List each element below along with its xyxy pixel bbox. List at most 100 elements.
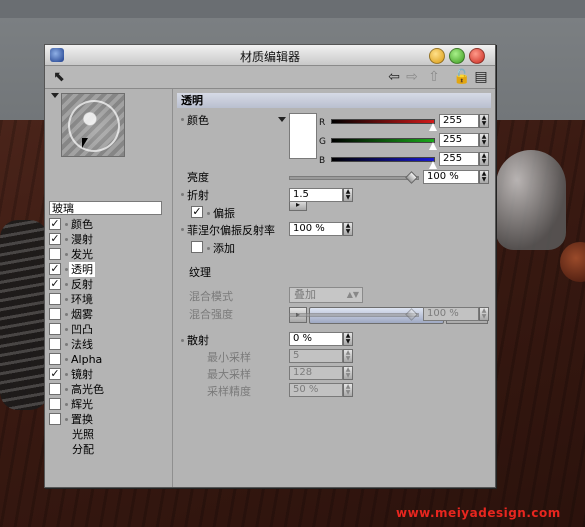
mouse-cursor-icon (82, 138, 88, 148)
blur-label: 散射 (187, 334, 209, 347)
channel-item-transparency[interactable]: ✓ 透明 (49, 262, 169, 277)
refraction-spinner[interactable]: ▲ ▼ (343, 188, 353, 202)
additive-bullet (207, 247, 210, 250)
lock-icon[interactable]: 🔓 (453, 69, 470, 85)
channel-bullet (65, 403, 68, 406)
fresnel-value-field[interactable]: 100 % (289, 222, 343, 236)
viewport-top-band (0, 0, 585, 18)
blur-bullet (181, 339, 184, 342)
minimize-button[interactable] (429, 48, 445, 64)
channel-checkbox[interactable]: ✓ (49, 368, 61, 380)
brightness-slider-thumb[interactable] (405, 171, 418, 184)
channel-item-alpha[interactable]: Alpha (49, 352, 169, 367)
title-bar[interactable]: 材质编辑器 (45, 45, 495, 66)
channel-item-bump[interactable]: 凹凸 (49, 322, 169, 337)
blue-spinner[interactable]: ▲ ▼ (479, 152, 489, 166)
blur-value-field[interactable]: 0 % (289, 332, 343, 346)
channel-bullet (65, 238, 68, 241)
polarize-checkbox[interactable]: ✓ (191, 206, 203, 218)
channel-label: 环境 (71, 293, 93, 306)
channel-item-environment[interactable]: 环境 (49, 292, 169, 307)
channel-item-reflection[interactable]: ✓ 反射 (49, 277, 169, 292)
accuracy-field[interactable]: 50 % (289, 383, 343, 397)
green-slider-thumb[interactable] (429, 142, 437, 150)
panel-icon[interactable]: ▤ (473, 69, 489, 85)
red-slider-thumb[interactable] (429, 123, 437, 131)
up-arrow-icon[interactable]: ⇧ (426, 69, 442, 85)
blue-slider[interactable] (331, 157, 435, 162)
material-name-field[interactable]: 玻璃 (49, 201, 162, 215)
channel-item-displacement[interactable]: 置换 (49, 412, 169, 427)
brightness-spinner[interactable]: ▲ ▼ (479, 170, 489, 184)
blend-mode-dropdown[interactable]: 叠加 ▲▼ (289, 287, 363, 303)
back-arrow-icon[interactable]: ⇦ (386, 69, 402, 85)
blend-strength-spinner[interactable]: ▲ ▼ (479, 307, 489, 321)
channel-item-specular[interactable]: ✓ 镜射 (49, 367, 169, 382)
channel-checkbox[interactable] (49, 248, 61, 260)
channel-item-color[interactable]: ✓ 颜色 (49, 217, 169, 232)
channel-bullet (65, 253, 68, 256)
red-spinner[interactable]: ▲ ▼ (479, 114, 489, 128)
channel-item-illumination[interactable]: 光照 (49, 427, 169, 442)
close-button[interactable] (469, 48, 485, 64)
brightness-slider[interactable] (289, 176, 419, 180)
channel-checkbox[interactable]: ✓ (49, 278, 61, 290)
blend-strength-value-field[interactable]: 100 % (423, 307, 479, 321)
channel-checkbox[interactable] (49, 383, 61, 395)
green-value-field[interactable]: 255 (439, 133, 479, 147)
channel-label: 发光 (71, 248, 93, 261)
channel-item-normal[interactable]: 法线 (49, 337, 169, 352)
channel-checkbox[interactable]: ✓ (49, 218, 61, 230)
brightness-value-field[interactable]: 100 % (423, 170, 479, 184)
channel-bullet (65, 358, 68, 361)
blend-strength-slider[interactable] (289, 313, 419, 317)
blur-spinner[interactable]: ▲ ▼ (343, 332, 353, 346)
channel-item-fog[interactable]: 烟雾 (49, 307, 169, 322)
color-bullet (181, 118, 184, 121)
channel-checkbox[interactable] (49, 323, 61, 335)
min-samples-spinner[interactable]: ▲ ▼ (343, 349, 353, 363)
channel-bullet (65, 373, 68, 376)
min-samples-field[interactable]: 5 (289, 349, 343, 363)
channel-checkbox[interactable] (49, 338, 61, 350)
accuracy-spinner[interactable]: ▲ ▼ (343, 383, 353, 397)
channel-item-diffusion[interactable]: ✓ 漫射 (49, 232, 169, 247)
max-samples-spinner[interactable]: ▲ ▼ (343, 366, 353, 380)
maximize-button[interactable] (449, 48, 465, 64)
green-spinner[interactable]: ▲ ▼ (479, 133, 489, 147)
channel-checkbox[interactable] (49, 398, 61, 410)
max-samples-field[interactable]: 128 (289, 366, 343, 380)
scene-cup (496, 150, 566, 250)
channel-checkbox[interactable] (49, 413, 61, 425)
channel-item-luminance[interactable]: 发光 (49, 247, 169, 262)
channel-checkbox[interactable] (49, 353, 61, 365)
blue-slider-thumb[interactable] (429, 161, 437, 169)
fresnel-spinner[interactable]: ▲ ▼ (343, 222, 353, 236)
color-menu-icon[interactable] (278, 117, 286, 122)
green-slider[interactable] (331, 138, 435, 143)
channel-label: 反射 (71, 278, 93, 291)
channel-item-specular-color[interactable]: 高光色 (49, 382, 169, 397)
channel-bullet (65, 298, 68, 301)
refraction-value-field[interactable]: 1.5 (289, 188, 343, 202)
channel-checkbox[interactable]: ✓ (49, 263, 61, 275)
channel-checkbox[interactable] (49, 293, 61, 305)
forward-arrow-icon[interactable]: ⇨ (404, 69, 420, 85)
max-samples-label: 最大采样 (207, 368, 251, 381)
red-value-field[interactable]: 255 (439, 114, 479, 128)
watermark-text: www.meiyadesign.com (396, 506, 561, 520)
additive-checkbox[interactable] (191, 241, 203, 253)
pointer-icon[interactable]: ⬉ (51, 69, 67, 85)
channel-checkbox[interactable]: ✓ (49, 233, 61, 245)
color-swatch[interactable] (289, 113, 317, 159)
preview-menu-icon[interactable] (51, 93, 59, 98)
blue-value-field[interactable]: 255 (439, 152, 479, 166)
channel-item-glow[interactable]: 辉光 (49, 397, 169, 412)
channel-bullet (65, 313, 68, 316)
channel-bullet (65, 223, 68, 226)
channel-item-assignment[interactable]: 分配 (49, 442, 169, 457)
red-slider[interactable] (331, 119, 435, 124)
material-preview[interactable] (61, 93, 125, 157)
channel-checkbox[interactable] (49, 308, 61, 320)
section-header: 透明 (177, 93, 491, 108)
